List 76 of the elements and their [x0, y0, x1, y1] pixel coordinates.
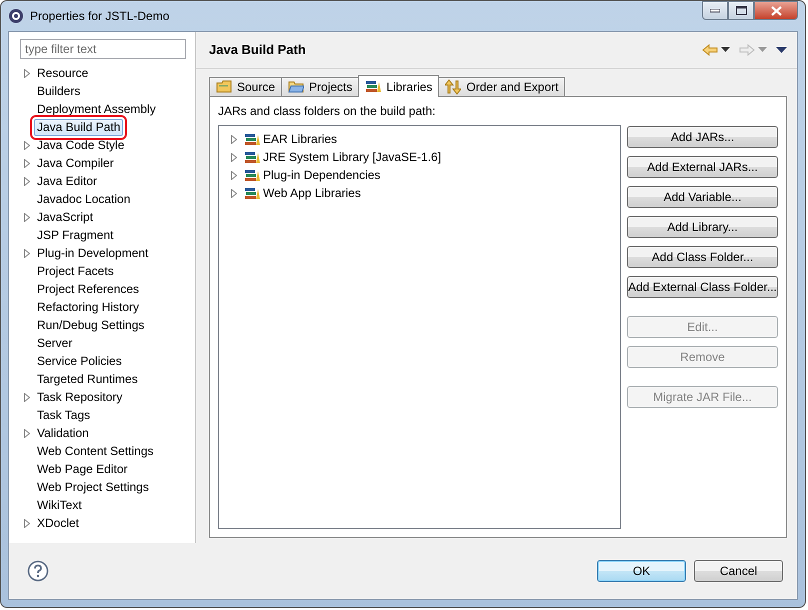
sidebar-item[interactable]: Web Page Editor [34, 460, 130, 478]
help-icon[interactable] [27, 560, 49, 582]
close-button[interactable] [754, 1, 798, 20]
dialog-button[interactable]: Cancel [694, 560, 783, 582]
window-title: Properties for JSTL-Demo [30, 8, 170, 25]
expand-icon[interactable] [24, 428, 30, 438]
sidebar-item[interactable]: Server [34, 334, 76, 352]
sidebar-item[interactable]: Service Policies [34, 352, 125, 370]
action-button[interactable]: Add External Class Folder... [627, 276, 778, 298]
tab[interactable]: Order and Export [438, 77, 566, 96]
sidebar-item[interactable]: Web Project Settings [34, 478, 152, 496]
close-icon [770, 6, 782, 16]
library-item[interactable]: EAR Libraries [263, 130, 338, 148]
library-icon [244, 150, 260, 164]
action-button[interactable]: Add Class Folder... [627, 246, 778, 268]
sidebar-item[interactable]: Targeted Runtimes [34, 370, 141, 388]
library-item[interactable]: JRE System Library [JavaSE-1.6] [263, 148, 442, 166]
library-icon [244, 186, 260, 200]
expand-icon[interactable] [231, 188, 237, 198]
sidebar-item[interactable]: Validation [34, 424, 92, 442]
sidebar-item[interactable]: Javadoc Location [34, 190, 134, 208]
arrows-icon [445, 79, 462, 95]
expand-icon[interactable] [24, 176, 30, 186]
expand-icon[interactable] [24, 140, 30, 150]
view-menu-icon[interactable] [776, 47, 787, 53]
app-icon [8, 8, 24, 24]
sidebar-item[interactable]: Java Code Style [34, 136, 128, 154]
expand-icon[interactable] [24, 392, 30, 402]
sidebar-item[interactable]: Project Facets [34, 262, 117, 280]
action-button[interactable]: Add External JARs... [627, 156, 778, 178]
minimize-button[interactable] [702, 1, 728, 20]
expand-icon[interactable] [231, 170, 237, 180]
sidebar-item[interactable]: Project References [34, 280, 142, 298]
filter-field[interactable]: type filter text [20, 39, 186, 59]
tab[interactable]: Source [209, 77, 282, 96]
action-button[interactable]: Add Library... [627, 216, 778, 238]
tab[interactable]: Projects [281, 77, 360, 96]
books-icon [365, 78, 382, 94]
expand-icon[interactable] [231, 134, 237, 144]
expand-icon[interactable] [24, 212, 30, 222]
expand-icon[interactable] [231, 152, 237, 162]
sidebar-item[interactable]: Deployment Assembly [34, 100, 159, 118]
sidebar-item[interactable]: XDoclet [34, 514, 82, 532]
sidebar-item[interactable]: Task Tags [34, 406, 94, 424]
library-icon [244, 132, 260, 146]
sidebar-item[interactable]: JavaScript [34, 208, 96, 226]
tab[interactable]: Libraries [358, 75, 440, 97]
expand-icon[interactable] [24, 158, 30, 168]
sidebar-item[interactable]: Java Compiler [34, 154, 117, 172]
sidebar-item[interactable]: Web Content Settings [34, 442, 157, 460]
library-item[interactable]: Web App Libraries [263, 184, 361, 202]
action-button[interactable]: Add Variable... [627, 186, 778, 208]
library-icon [244, 168, 260, 182]
sidebar-item[interactable]: WikiText [34, 496, 85, 514]
maximize-icon [736, 6, 746, 15]
expand-icon[interactable] [24, 518, 30, 528]
action-button[interactable]: Add JARs... [627, 126, 778, 148]
page-title: Java Build Path [209, 41, 306, 60]
sidebar-item[interactable]: Builders [34, 82, 84, 100]
sidebar-item[interactable]: JSP Fragment [34, 226, 116, 244]
sidebar-item[interactable]: Refactoring History [34, 298, 142, 316]
maximize-button[interactable] [728, 1, 754, 20]
sidebar-item[interactable]: Resource [34, 64, 92, 82]
sidebar-item[interactable]: Run/Debug Settings [34, 316, 148, 334]
folder-icon [216, 79, 232, 95]
libraries-label: JARs and class folders on the build path: [218, 103, 436, 120]
dialog-button[interactable]: OK [597, 560, 686, 582]
minimize-icon [710, 8, 720, 12]
dropdown-icon[interactable] [721, 47, 730, 53]
expand-icon[interactable] [24, 248, 30, 258]
sidebar-item[interactable]: Plug-in Development [34, 244, 152, 262]
library-item[interactable]: Plug-in Dependencies [263, 166, 380, 184]
expand-icon[interactable] [24, 68, 30, 78]
folder-icon [288, 79, 304, 95]
sidebar-item[interactable]: Java Editor [34, 172, 100, 190]
sidebar-item[interactable]: Task Repository [34, 388, 126, 406]
